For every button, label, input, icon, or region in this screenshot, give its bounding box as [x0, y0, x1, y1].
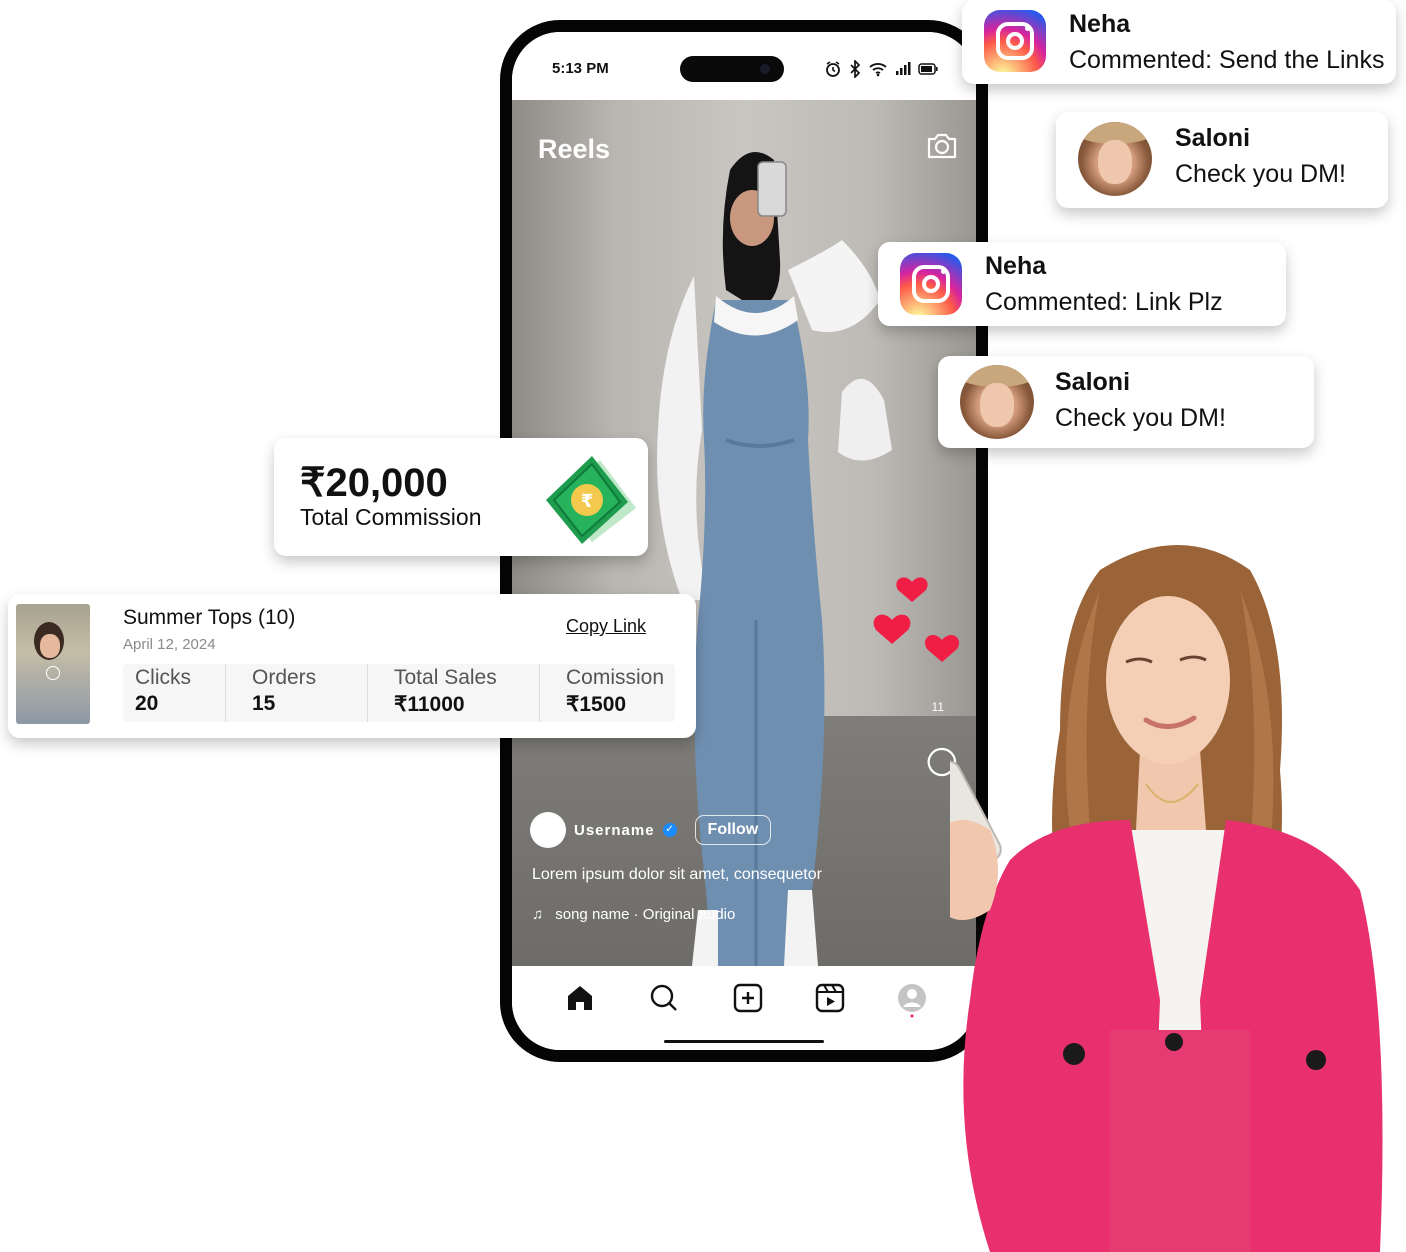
reel-caption[interactable]: Lorem ipsum dolor sit amet, consequetor [532, 866, 822, 884]
stat-clicks: Clicks 20 [123, 664, 226, 722]
music-note-icon: ♫ [532, 906, 544, 923]
signal-icon [896, 62, 911, 75]
stat-orders: Orders 15 [226, 664, 368, 722]
reel-user-row: Username ✓ Follow [530, 812, 772, 848]
user-avatar[interactable] [530, 812, 566, 848]
reels-title: Reels [538, 134, 611, 164]
svg-text:₹: ₹ [581, 491, 594, 512]
bottom-tab-bar [512, 966, 976, 1050]
verified-badge-icon: ✓ [662, 823, 677, 837]
copy-link-button[interactable]: Copy Link [566, 616, 646, 637]
campaign-thumbnail[interactable] [16, 604, 90, 724]
home-indicator [664, 1040, 824, 1043]
money-icon: ₹ [546, 456, 636, 544]
notification-name: Saloni [1055, 368, 1131, 396]
profile-icon[interactable] [896, 982, 928, 1018]
avatar [1078, 122, 1152, 196]
notification-message: Commented: Link Plz [985, 288, 1223, 316]
avatar [960, 365, 1034, 439]
home-icon[interactable] [564, 982, 596, 1014]
reels-icon[interactable] [814, 982, 846, 1014]
username[interactable]: Username [574, 822, 655, 839]
like-count: 11 [931, 700, 944, 714]
bluetooth-icon [850, 60, 861, 78]
campaign-card[interactable]: Summer Tops (10) April 12, 2024 Copy Lin… [8, 594, 696, 738]
notification-message: Check you DM! [1175, 160, 1346, 188]
notification-name: Saloni [1175, 124, 1251, 152]
commission-label: Total Commission [300, 504, 482, 530]
camera-icon[interactable] [926, 132, 958, 160]
instagram-icon [984, 10, 1046, 72]
play-icon [46, 666, 60, 680]
notification-name: Neha [985, 252, 1047, 280]
commission-amount: ₹20,000 [300, 461, 448, 505]
notification-card[interactable]: Saloni Check you DM! [1056, 112, 1388, 208]
notification-card[interactable]: Saloni Check you DM! [938, 356, 1314, 448]
status-icons [824, 60, 938, 78]
commission-card: ₹20,000 Total Commission ₹ [274, 438, 648, 556]
status-bar: 5:13 PM [512, 32, 976, 100]
notification-name: Neha [1069, 10, 1131, 38]
campaign-title: Summer Tops (10) [123, 606, 296, 629]
wifi-icon [869, 63, 887, 77]
notification-card[interactable]: Neha Commented: Send the Links [962, 0, 1396, 84]
new-post-icon[interactable] [732, 982, 764, 1014]
notification-card[interactable]: Neha Commented: Link Plz [878, 242, 1286, 326]
campaign-stats: Clicks 20 Orders 15 Total Sales ₹11000 Comi… [123, 664, 675, 722]
instagram-icon [900, 253, 962, 315]
status-time: 5:13 PM [552, 60, 609, 77]
notification-message: Commented: Send the Links [1069, 46, 1385, 74]
stat-total-sales: Total Sales ₹11000 [368, 664, 540, 722]
search-icon[interactable] [648, 982, 680, 1014]
follow-button[interactable]: Follow [694, 815, 772, 845]
notification-message: Check you DM! [1055, 404, 1226, 432]
battery-icon [918, 63, 938, 75]
campaign-date: April 12, 2024 [123, 636, 216, 653]
song-name: song name · Original audio [555, 906, 736, 923]
song-row[interactable]: ♫ song name · Original audio [532, 906, 735, 923]
stat-commission: Comission ₹1500 [566, 666, 665, 716]
dynamic-island [680, 56, 784, 82]
woman-illustration [950, 545, 1383, 1252]
alarm-icon [826, 61, 840, 77]
